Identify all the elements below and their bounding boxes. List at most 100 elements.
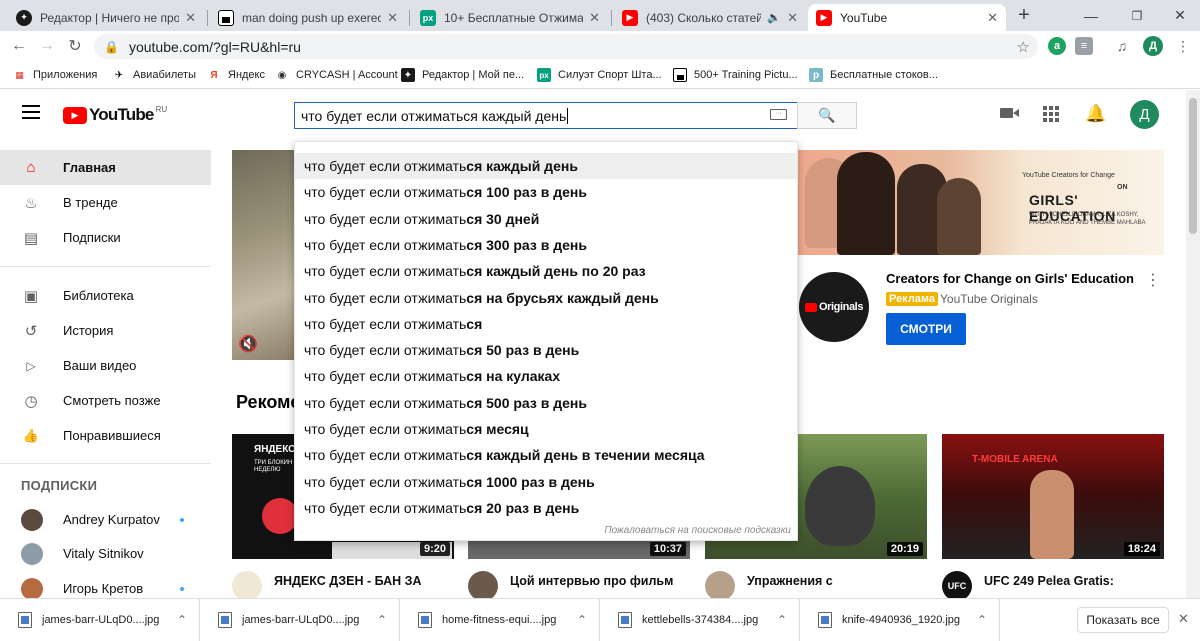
- bookmark-apps[interactable]: ▦ Приложения: [12, 66, 97, 84]
- search-suggestion[interactable]: что будет если отжимать ся месяц: [295, 416, 797, 442]
- sidebar-item-watch-later[interactable]: ◷ Смотреть позже: [0, 383, 211, 418]
- tab-youtube-studio[interactable]: ▶ (403) Сколько статей нуж 🔈 ✕: [614, 4, 806, 31]
- sidebar-item-liked[interactable]: 👍 Понравившиеся: [0, 418, 211, 453]
- search-suggestion[interactable]: что будет если отжимать ся на кулаках: [295, 363, 797, 389]
- report-suggestions-link[interactable]: Пожаловаться на поисковые подсказки: [604, 525, 791, 536]
- download-item[interactable]: james-barr-ULqD0....jpg ⌃: [0, 599, 200, 641]
- sidebar-item-your-videos[interactable]: ▷ Ваши видео: [0, 348, 211, 383]
- sidebar-item-subscriptions[interactable]: ▤ Подписки: [0, 220, 211, 255]
- search-suggestion[interactable]: что будет если отжимать ся на брусьях каж…: [295, 285, 797, 311]
- chevron-up-icon[interactable]: ⌃: [777, 613, 787, 627]
- tab-close-icon[interactable]: ✕: [787, 10, 798, 26]
- tab-youtube-active[interactable]: ▶ YouTube ✕: [808, 4, 1006, 31]
- close-window-button[interactable]: ✕: [1160, 0, 1200, 31]
- create-video-icon[interactable]: [1000, 105, 1020, 121]
- download-item[interactable]: james-barr-ULqD0....jpg ⌃: [200, 599, 400, 641]
- ad-title[interactable]: Creators for Change on Girls' Education: [886, 271, 1134, 286]
- tab-close-icon[interactable]: ✕: [589, 10, 600, 26]
- ad-video-preview[interactable]: 🔇: [232, 150, 296, 360]
- bookmark-avia[interactable]: ✈ Авиабилеты: [112, 66, 196, 84]
- maximize-button[interactable]: ❐: [1114, 0, 1160, 31]
- chevron-up-icon[interactable]: ⌃: [177, 613, 187, 627]
- bookmark-stock[interactable]: p Бесплатные стоков...: [809, 66, 938, 84]
- tab-pexels[interactable]: px 10+ Бесплатные Отжимания ✕: [412, 4, 608, 31]
- address-bar[interactable]: 🔒 youtube.com/?gl=RU&hl=ru ☆: [94, 34, 1038, 59]
- video-title[interactable]: UFC 249 Pelea Gratis:: [984, 574, 1164, 589]
- search-suggestion[interactable]: что будет если отжимать ся 20 раз в день: [295, 495, 797, 521]
- close-downloads-icon[interactable]: ✕: [1178, 611, 1189, 627]
- tab-close-icon[interactable]: ✕: [987, 10, 998, 26]
- back-arrow-icon[interactable]: ←: [8, 35, 30, 57]
- video-title[interactable]: Цой интервью про фильм: [510, 574, 690, 589]
- profile-avatar[interactable]: Д: [1143, 36, 1163, 56]
- search-suggestion[interactable]: что будет если отжимать ся 300 раз в день: [295, 232, 797, 258]
- bookmark-unsplash[interactable]: 500+ Training Pictu...: [673, 66, 798, 84]
- media-control-icon[interactable]: ♫: [1113, 37, 1131, 55]
- channel-avatar[interactable]: [705, 571, 735, 601]
- download-item[interactable]: knife-4940936_1920.jpg ⌃: [800, 599, 1000, 641]
- search-input[interactable]: что будет если отжиматься каждый день ⋯: [294, 102, 798, 129]
- search-suggestion[interactable]: что будет если отжимать ся 1000 раз в ден…: [295, 469, 797, 495]
- tab-audio-icon[interactable]: 🔈: [767, 11, 781, 24]
- sidebar-item-history[interactable]: ↺ История: [0, 313, 211, 348]
- chevron-up-icon[interactable]: ⌃: [577, 613, 587, 627]
- notifications-bell-icon[interactable]: 🔔: [1085, 104, 1106, 124]
- menu-kebab-icon[interactable]: ⋮: [1174, 37, 1192, 55]
- bookmark-pexels[interactable]: px Силуэт Спорт Шта...: [537, 66, 662, 84]
- bookmark-dzen[interactable]: ✦ Редактор | Мой пе...: [401, 66, 524, 84]
- search-suggestion[interactable]: что будет если отжимать ся: [295, 311, 797, 337]
- download-item[interactable]: home-fitness-equi....jpg ⌃: [400, 599, 600, 641]
- ufc-channel-avatar[interactable]: UFC: [942, 571, 972, 601]
- download-item[interactable]: kettlebells-374384....jpg ⌃: [600, 599, 800, 641]
- video-title[interactable]: Упражнения с: [747, 574, 927, 589]
- suggestion-prefix: что будет если отжимать: [304, 289, 467, 306]
- video-thumbnail[interactable]: T-MOBILE ARENA 18:24: [942, 434, 1164, 559]
- video-title[interactable]: ЯНДЕКС ДЗЕН - БАН ЗА: [274, 574, 454, 589]
- hamburger-menu-icon[interactable]: [22, 105, 40, 119]
- bookmark-yandex[interactable]: Я Яндекс: [207, 66, 265, 84]
- chevron-up-icon[interactable]: ⌃: [377, 613, 387, 627]
- search-button[interactable]: 🔍: [797, 102, 857, 129]
- search-suggestion[interactable]: что будет если отжимать ся 30 дней: [295, 206, 797, 232]
- search-suggestion[interactable]: что будет если отжимать ся каждый день по…: [295, 258, 797, 284]
- muted-speaker-icon[interactable]: 🔇: [238, 334, 258, 354]
- page-scrollbar[interactable]: [1186, 90, 1200, 598]
- scrollbar-thumb[interactable]: [1189, 98, 1197, 234]
- youtube-originals-logo[interactable]: Originals: [799, 272, 869, 342]
- ad-cta-button[interactable]: СМОТРИ: [886, 313, 966, 345]
- extension-icon[interactable]: a: [1048, 37, 1066, 55]
- sidebar-item-library[interactable]: ▣ Библиотека: [0, 278, 211, 313]
- sidebar-item-trending[interactable]: ♨ В тренде: [0, 185, 211, 220]
- bookmark-crycash[interactable]: ◉ CRYCASH | Account: [275, 66, 398, 84]
- tab-unsplash[interactable]: man doing push up exerecis p ✕: [210, 4, 406, 31]
- channel-avatar[interactable]: [468, 571, 498, 601]
- sidebar-sub-item[interactable]: Andrey Kurpatov: [0, 502, 211, 537]
- account-avatar[interactable]: Д: [1130, 100, 1159, 129]
- tab-close-icon[interactable]: ✕: [387, 10, 398, 26]
- show-all-downloads-button[interactable]: Показать все: [1077, 607, 1169, 633]
- sidebar-sub-item[interactable]: Vitaly Sitnikov: [0, 536, 211, 571]
- search-suggestion[interactable]: что будет если отжимать ся 100 раз в день: [295, 179, 797, 205]
- search-suggestion[interactable]: что будет если отжимать ся каждый день в …: [295, 442, 797, 468]
- sidebar-item-home[interactable]: ⌂ Главная: [0, 150, 211, 185]
- minimize-button[interactable]: —: [1068, 0, 1114, 31]
- tab-dzen-editor[interactable]: ✦ Редактор | Ничего не произо ✕: [8, 4, 204, 31]
- ad-banner[interactable]: YouTube Creators for Change ON GIRLS' ED…: [797, 150, 1164, 255]
- chevron-up-icon[interactable]: ⌃: [977, 613, 987, 627]
- download-filename: james-barr-ULqD0....jpg: [242, 614, 360, 626]
- tab-close-icon[interactable]: ✕: [185, 10, 196, 26]
- search-suggestion[interactable]: что будет если отжимать ся каждый день: [295, 153, 797, 179]
- forward-arrow-icon[interactable]: →: [36, 35, 58, 57]
- bookmark-star-icon[interactable]: ☆: [1017, 38, 1030, 56]
- new-tab-button[interactable]: +: [1013, 4, 1035, 26]
- apps-grid-icon[interactable]: [1043, 106, 1059, 122]
- channel-avatar[interactable]: [232, 571, 262, 601]
- ad-menu-kebab-icon[interactable]: ⋮: [1145, 270, 1161, 290]
- extension-db-icon[interactable]: ≡: [1075, 37, 1093, 55]
- search-suggestion[interactable]: что будет если отжимать ся 50 раз в день: [295, 337, 797, 363]
- keyboard-icon[interactable]: ⋯: [770, 109, 787, 120]
- search-suggestion[interactable]: что будет если отжимать ся 500 раз в день: [295, 390, 797, 416]
- reload-icon[interactable]: ↻: [64, 35, 86, 57]
- youtube-logo[interactable]: ▶ YouTube RU: [63, 105, 167, 125]
- ad-channel[interactable]: YouTube Originals: [940, 292, 1038, 306]
